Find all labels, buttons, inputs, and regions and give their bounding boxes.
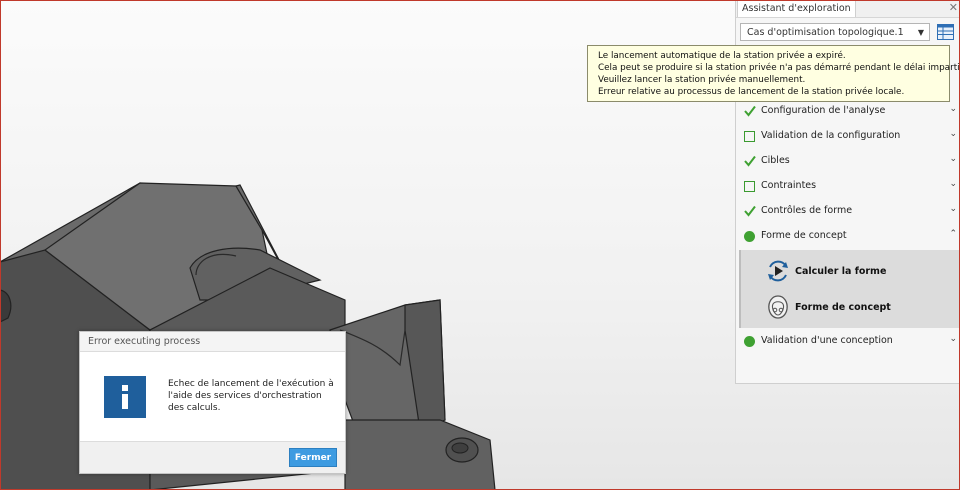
case-row: Cas d'optimisation topologique.1 ▼ [740,23,956,43]
chevron-down-icon[interactable]: ⌄ [949,204,957,214]
checkmark-icon [744,205,756,217]
step-forme-concept[interactable]: Forme de concept ⌃ [736,224,960,249]
chevron-down-icon: ▼ [917,28,924,37]
close-button[interactable]: Fermer [289,448,337,467]
step-label: Forme de concept [761,230,847,241]
dialog-message: Echec de lancement de l'exécution à l'ai… [168,378,334,414]
step-contraintes[interactable]: Contraintes ⌄ [736,174,960,199]
forme-concept-button[interactable]: Forme de concept [765,294,935,320]
tooltip-line: Le lancement automatique de la station p… [598,51,846,61]
step-label: Validation d'une conception [761,335,893,346]
case-dropdown[interactable]: Cas d'optimisation topologique.1 ▼ [740,23,930,41]
chevron-down-icon[interactable]: ⌄ [949,129,957,139]
sub-item-label: Calculer la forme [795,266,887,277]
info-icon [104,376,146,418]
step-validation-configuration[interactable]: Validation de la configuration ⌄ [736,124,960,149]
concept-shape-icon [768,295,788,319]
step-label: Contrôles de forme [761,205,853,216]
dialog-message-line: l'aide des services d'orchestration [168,391,322,401]
step-controles-forme[interactable]: Contrôles de forme ⌄ [736,199,960,224]
step-cibles[interactable]: Cibles ⌄ [736,149,960,174]
green-dot-icon [744,231,755,242]
calculer-forme-button[interactable]: Calculer la forme [765,258,935,284]
dialog-footer: Fermer [80,441,345,473]
chevron-down-icon[interactable]: ⌄ [949,154,957,164]
chevron-down-icon[interactable]: ⌄ [949,104,957,114]
empty-checkbox-icon [744,131,755,142]
chevron-down-icon[interactable]: ⌄ [949,334,957,344]
tooltip-line: Cela peut se produire si la station priv… [598,63,960,73]
empty-checkbox-icon [744,181,755,192]
error-dialog: Error executing process Echec de lanceme… [79,331,346,474]
table-icon[interactable] [937,24,954,40]
panel-header: Assistant d'exploration ✕ [736,0,960,18]
checkmark-icon [744,155,756,167]
dialog-message-line: Echec de lancement de l'exécution à [168,379,334,389]
step-label: Cibles [761,155,790,166]
close-icon[interactable]: ✕ [949,0,958,15]
step-label: Contraintes [761,180,817,191]
chevron-down-icon[interactable]: ⌄ [949,179,957,189]
step-label: Validation de la configuration [761,130,901,141]
dialog-message-line: des calculs. [168,403,221,413]
compute-shape-icon [768,260,788,282]
forme-concept-subpanel: Calculer la forme Forme de concept [739,250,960,328]
step-validation-conception[interactable]: Validation d'une conception ⌄ [736,329,960,354]
green-dot-icon [744,336,755,347]
case-dropdown-value: Cas d'optimisation topologique.1 [747,27,904,38]
sub-item-label: Forme de concept [795,302,891,313]
checkmark-icon [744,105,756,117]
tooltip: Le lancement automatique de la station p… [587,45,960,102]
panel-title-tab[interactable]: Assistant d'exploration [737,0,856,17]
chevron-up-icon[interactable]: ⌃ [949,229,957,239]
tooltip-line: Erreur relative au processus de lancemen… [598,87,905,97]
step-configuration-analyse[interactable]: Configuration de l'analyse ⌄ [736,99,960,124]
dialog-title: Error executing process [80,332,345,352]
step-label: Configuration de l'analyse [761,105,886,116]
tooltip-line: Veuillez lancer la station privée manuel… [598,75,806,85]
